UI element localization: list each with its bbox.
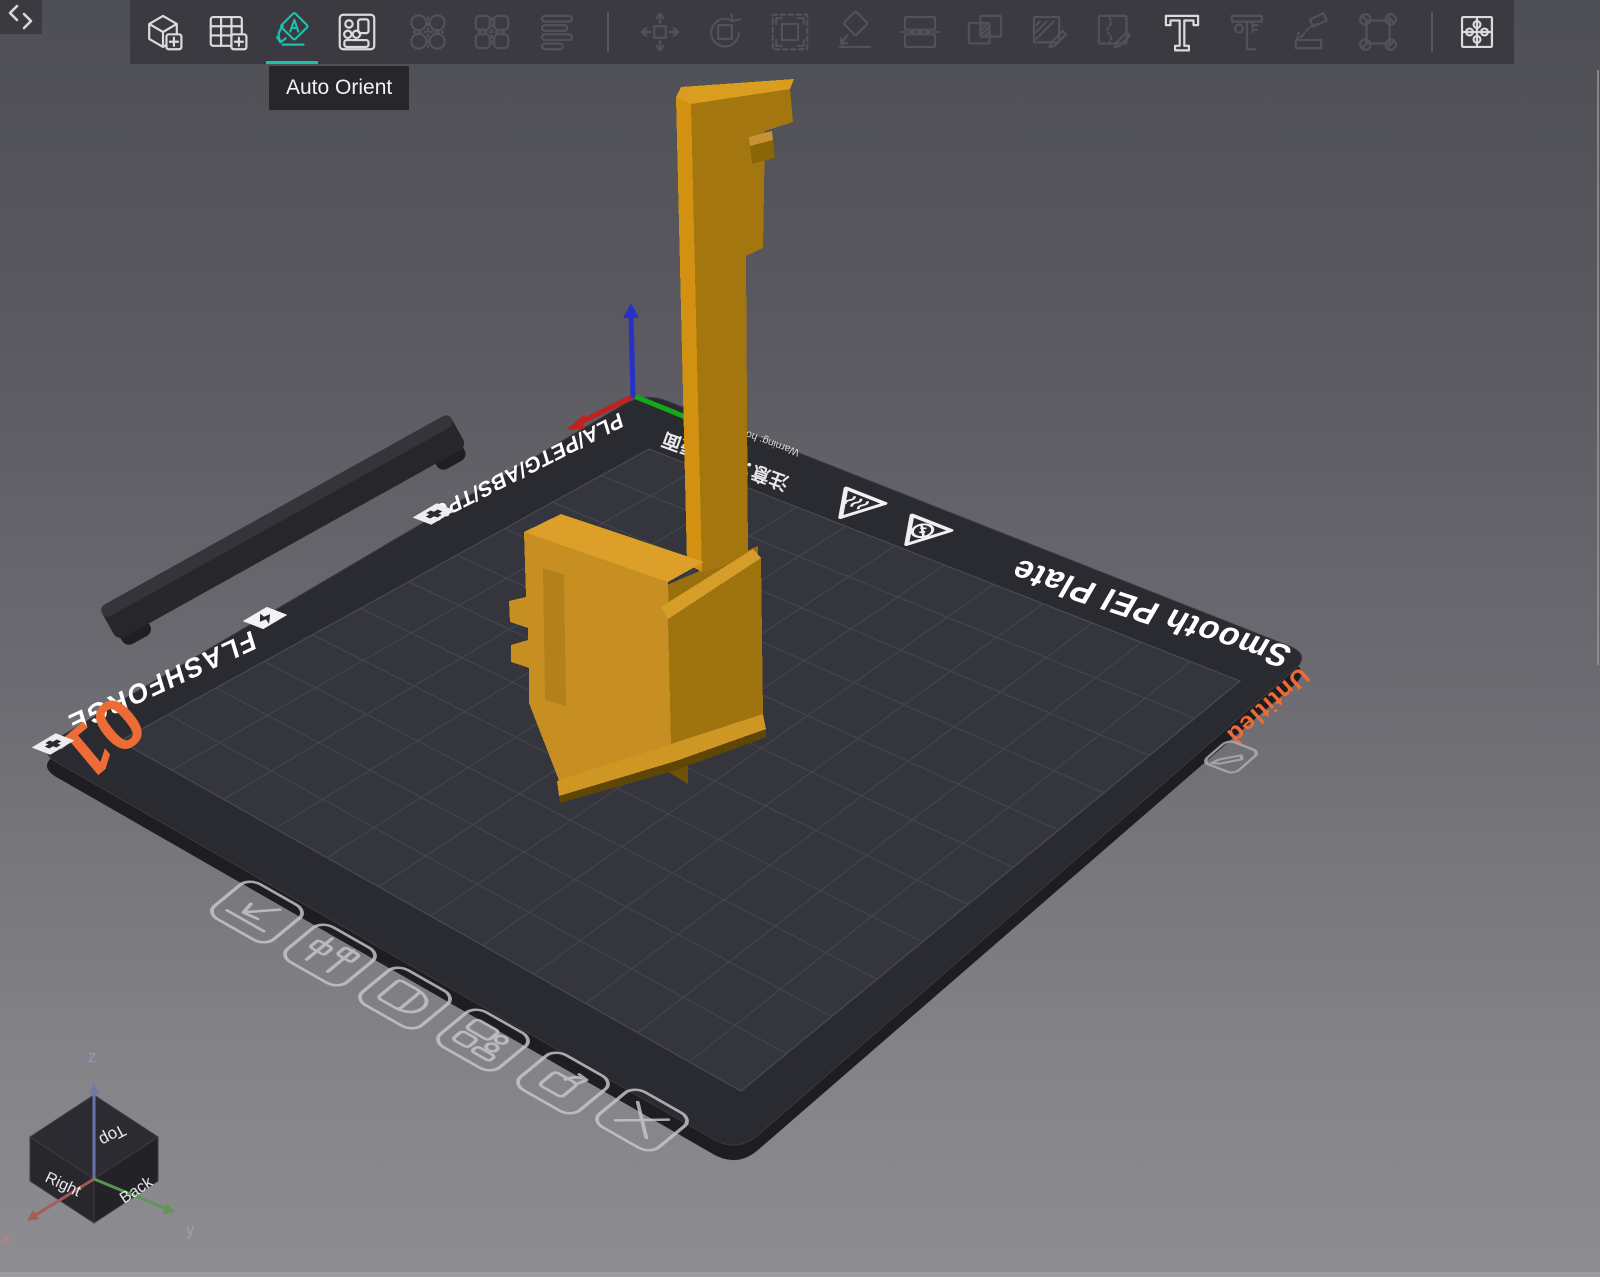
rotate-icon: [710, 13, 742, 48]
lay-flat-button: [829, 4, 881, 60]
toolbar-separator: [607, 12, 609, 52]
mesh-boolean-button: [959, 4, 1011, 60]
axis-x-arrow: [566, 414, 585, 430]
split-parts-icon: [474, 14, 510, 50]
viewport-3d[interactable]: FLASHFORGE PLA/PETG/ABS/TPU Smooth PEI P…: [0, 0, 1600, 1277]
tooltip: Auto Orient: [269, 66, 410, 110]
arrange-button[interactable]: [331, 4, 383, 60]
split-parts-button: [466, 4, 518, 60]
navcube-axis-y-label: y: [186, 1220, 195, 1239]
collapse-panel-button[interactable]: [0, 0, 42, 34]
add-plate-button[interactable]: [202, 4, 254, 60]
chevrons-icon: [8, 4, 33, 30]
add-model-icon: [148, 14, 183, 51]
scale-icon: [771, 13, 809, 51]
paint-button: [1024, 4, 1076, 60]
seam-button: [1089, 4, 1141, 60]
navcube-axis-x-label: x: [2, 1228, 11, 1247]
axis-z-arrow: [623, 303, 639, 318]
text-icon: [1164, 14, 1200, 52]
paint-icon: [1032, 15, 1068, 49]
rotate-button: [699, 4, 751, 60]
text-button[interactable]: [1156, 4, 1208, 60]
right-scrollbar[interactable]: [1597, 70, 1599, 665]
move-icon: [640, 12, 680, 52]
navcube-axis-z-label: z: [88, 1047, 97, 1066]
main-toolbar: [130, 0, 1514, 64]
auto-orient-icon: [275, 12, 309, 46]
axis-z-line: [628, 311, 636, 399]
mesh-boolean-icon: [967, 14, 1003, 45]
assembly-view-icon: [540, 14, 574, 51]
lay-flat-icon: [838, 10, 872, 49]
supports-button: [1286, 4, 1338, 60]
cut-icon: [900, 15, 940, 49]
assembly-view-button: [531, 4, 583, 60]
window-bottom-edge: [0, 1272, 1600, 1277]
cut-button: [894, 4, 946, 60]
calibration-icon: [1460, 15, 1494, 49]
navigation-cube[interactable]: Top Right Back z x y: [2, 1047, 195, 1247]
measure-button: [1221, 4, 1273, 60]
arrange-icon: [338, 13, 376, 51]
move-button: [634, 4, 686, 60]
split-objects-button: [402, 4, 454, 60]
active-tool-underline: [266, 61, 318, 64]
seam-icon: [1097, 14, 1132, 49]
measure-icon: [1230, 14, 1264, 51]
fixture-icon: [1359, 13, 1397, 51]
fixture-button: [1352, 4, 1404, 60]
supports-icon: [1294, 12, 1328, 50]
auto-orient-button[interactable]: [266, 4, 318, 60]
split-objects-icon: [410, 14, 446, 50]
add-plate-icon: [209, 15, 248, 51]
scale-button: [764, 4, 816, 60]
toolbar-separator: [1431, 12, 1433, 52]
add-model-button[interactable]: [137, 4, 189, 60]
calibration-button[interactable]: [1451, 4, 1503, 60]
